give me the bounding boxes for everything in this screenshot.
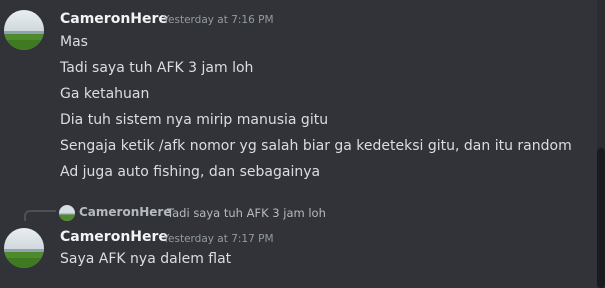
message-line: Saya AFK nya dalem flat [60, 251, 232, 267]
landscape-avatar-icon [4, 228, 44, 268]
scrollbar-track[interactable] [597, 0, 605, 288]
message-line: Mas [60, 34, 88, 50]
chat-messages: CameronHere Yesterday at 7:16 PM Mas Tad… [0, 0, 605, 288]
message-line: Tadi saya tuh AFK 3 jam loh [60, 60, 254, 76]
avatar[interactable] [4, 228, 44, 268]
reply-avatar[interactable] [59, 205, 75, 221]
message-timestamp[interactable]: Yesterday at 7:16 PM [163, 14, 274, 26]
scrollbar-thumb[interactable] [597, 148, 605, 288]
message-line: Ad juga auto fishing, dan sebagainya [60, 164, 321, 180]
message-line: Dia tuh sistem nya mirip manusia gitu [60, 112, 329, 128]
message-author[interactable]: CameronHere [60, 11, 168, 27]
reply-spine [24, 210, 56, 221]
avatar[interactable] [4, 10, 44, 50]
landscape-avatar-icon [59, 205, 75, 221]
message-line: Sengaja ketik /afk nomor yg salah biar g… [60, 138, 572, 154]
landscape-avatar-icon [4, 10, 44, 50]
message-timestamp[interactable]: Yesterday at 7:17 PM [163, 233, 274, 245]
message-line: Ga ketahuan [60, 86, 150, 102]
reply-preview-text[interactable]: Tadi saya tuh AFK 3 jam loh [167, 206, 326, 220]
message-author[interactable]: CameronHere [60, 229, 168, 245]
reply-author[interactable]: CameronHere [79, 205, 172, 219]
